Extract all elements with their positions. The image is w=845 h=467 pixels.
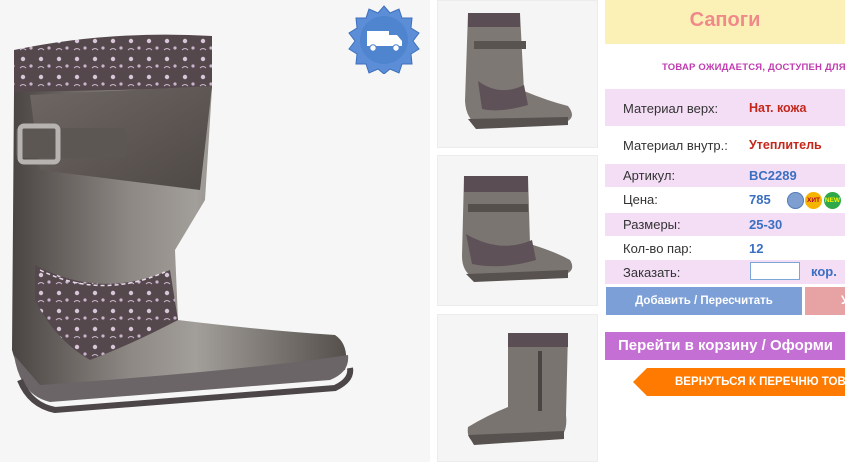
boot-thumbnail-image [462,176,573,282]
spec-value: BC2289 [749,168,797,183]
order-row: Заказать: [605,260,845,284]
boot-thumbnail-image [467,333,568,445]
secondary-action-button[interactable]: У [805,287,845,315]
order-unit-label: кор. [811,264,837,279]
delivery-truck-icon [347,4,421,75]
spec-value: Утеплитель [749,138,822,152]
spec-label: Материал верх: [623,101,719,116]
boot-thumbnail-image [465,13,572,129]
spec-value: Нат. кожа [749,101,807,115]
back-to-list-button[interactable]: ВЕРНУТЬСЯ К ПЕРЕЧНЮ ТОВА [633,368,845,396]
spec-row-sizes: Размеры: 25-30 [605,213,845,236]
spec-value: 25-30 [749,217,783,232]
availability-notice: ТОВАР ОЖИДАЕТСЯ, ДОСТУПЕН ДЛЯ ЗА [662,62,845,73]
thumbnail-boot-view-1[interactable] [437,0,598,148]
hit-badge-icon: ХИТ [805,192,822,209]
product-title-bar: Сапоги [605,0,845,44]
spec-row-inner-material: Материал внутр.: Утеплитель [605,128,845,162]
discount-badge-icon [787,192,804,209]
spec-row-pairs: Кол-во пар: 12 [605,238,845,260]
product-title: Сапоги [689,9,761,31]
spec-label: Кол-во пар: [623,241,693,256]
thumbnail-boot-view-3[interactable] [437,314,598,462]
add-recalculate-button[interactable]: Добавить / Пересчитать [606,287,802,315]
spec-row-article: Артикул: BC2289 [605,164,845,187]
spec-value: 785 [749,192,771,207]
thumbnail-boot-view-2[interactable] [437,155,598,306]
spec-label: Размеры: [623,217,681,232]
spec-label: Материал внутр.: [623,138,728,153]
spec-label: Артикул: [623,168,676,183]
order-quantity-input[interactable] [750,262,800,280]
spec-value: 12 [749,241,764,256]
order-label: Заказать: [623,265,681,280]
spec-row-upper-material: Материал верх: Нат. кожа [605,89,845,126]
new-badge-icon: NEW [824,192,841,209]
go-to-cart-button[interactable]: Перейти в корзину / Оформи [605,332,845,360]
spec-label: Цена: [623,192,658,207]
